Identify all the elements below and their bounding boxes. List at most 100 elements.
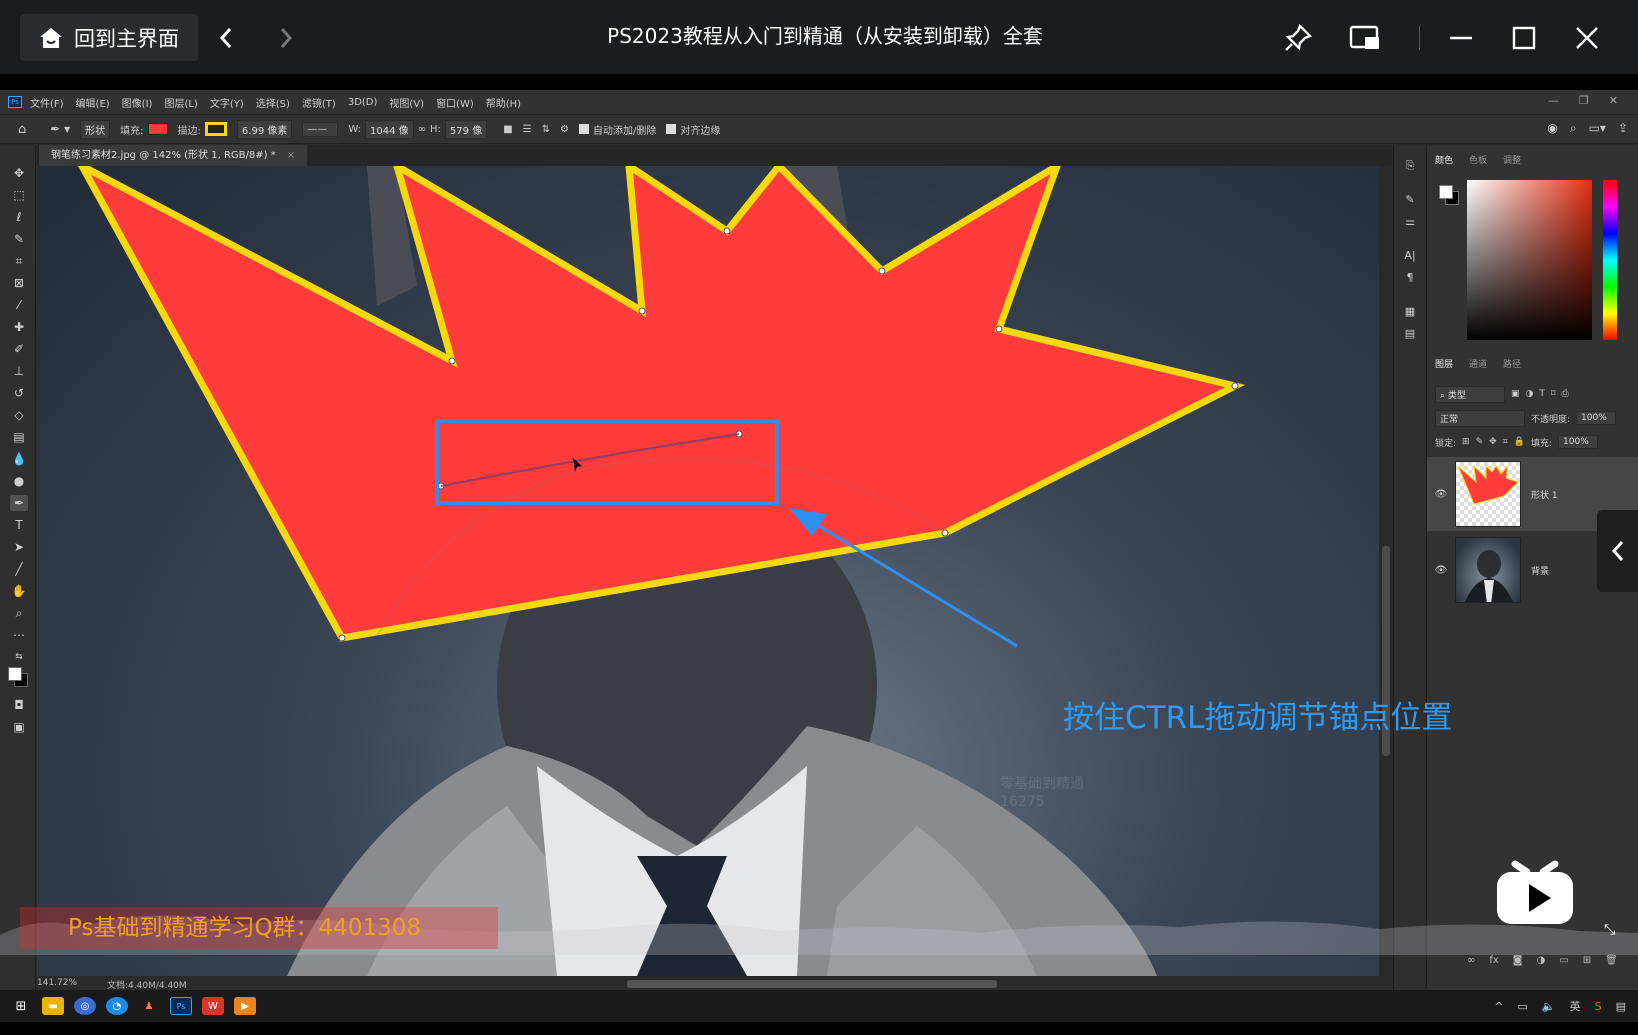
menu-file[interactable]: 文件(F) bbox=[30, 95, 64, 110]
trash-icon[interactable]: 🗑 bbox=[1605, 955, 1618, 966]
stamp-tool-icon[interactable]: ⊥ bbox=[10, 363, 28, 379]
menu-view[interactable]: 视图(V) bbox=[389, 95, 424, 110]
filter-adjust-icon[interactable]: ◑ bbox=[1526, 389, 1534, 399]
share-icon[interactable]: ⇪ bbox=[1618, 121, 1628, 136]
notification-icon[interactable]: ▤ bbox=[1616, 1000, 1626, 1013]
history-brush-tool-icon[interactable]: ↺ bbox=[10, 385, 28, 401]
volume-icon[interactable]: 🔈 bbox=[1542, 1000, 1556, 1013]
eye-icon[interactable]: 👁 bbox=[1427, 565, 1455, 576]
pen-tool-icon[interactable]: ✒ bbox=[10, 495, 28, 511]
ime-icon[interactable]: 英 bbox=[1570, 998, 1581, 1014]
filter-type-icon[interactable]: T bbox=[1539, 389, 1545, 399]
eye-icon[interactable]: 👁 bbox=[1427, 489, 1455, 500]
tab-color[interactable]: 颜色 bbox=[1435, 153, 1453, 166]
blur-tool-icon[interactable]: 💧 bbox=[10, 451, 28, 467]
fill-color-swatch[interactable] bbox=[147, 123, 168, 135]
stroke-width-field[interactable]: 6.99 像素 bbox=[236, 119, 293, 139]
menu-filter[interactable]: 滤镜(T) bbox=[302, 95, 336, 110]
paragraph-panel-icon[interactable]: ¶ bbox=[1402, 271, 1418, 287]
align-edges-checkbox[interactable] bbox=[666, 124, 677, 134]
mini-window-button[interactable] bbox=[1345, 18, 1385, 58]
fill-field[interactable]: 100% bbox=[1558, 435, 1599, 449]
app-icon[interactable]: ♟ bbox=[138, 997, 160, 1015]
path-alignment-icon[interactable]: ☰ bbox=[523, 124, 532, 135]
lasso-tool-icon[interactable]: ℓ bbox=[10, 209, 28, 225]
properties-icon[interactable]: ▤ bbox=[1402, 327, 1418, 343]
eyedropper-tool-icon[interactable]: ⁄ bbox=[10, 297, 28, 313]
menu-image[interactable]: 图像(I) bbox=[122, 95, 153, 110]
path-select-tool-icon[interactable]: ➤ bbox=[10, 539, 28, 555]
new-group-icon[interactable]: ▭ bbox=[1559, 955, 1568, 966]
pen-tool-preset-icon[interactable]: ✒ ▾ bbox=[50, 122, 70, 136]
default-colors-icon[interactable]: ⇆ bbox=[10, 649, 28, 665]
frame-tool-icon[interactable]: ⊠ bbox=[10, 275, 28, 291]
file-explorer-icon[interactable]: ▬ bbox=[42, 997, 64, 1015]
home-icon[interactable]: ⌂ bbox=[18, 122, 26, 137]
pin-button[interactable] bbox=[1278, 18, 1318, 58]
sogou-icon[interactable]: S bbox=[1595, 1000, 1602, 1013]
stroke-color-swatch[interactable] bbox=[204, 122, 227, 136]
tab-adjustments[interactable]: 调整 bbox=[1503, 153, 1521, 166]
layer-kind-select[interactable]: ⌕ 类型 bbox=[1435, 385, 1505, 403]
forward-button[interactable] bbox=[266, 18, 306, 58]
tab-paths[interactable]: 路径 bbox=[1503, 357, 1521, 370]
gradient-tool-icon[interactable]: ▤ bbox=[10, 429, 28, 445]
adjustments-icon[interactable]: ⚌ bbox=[1402, 215, 1418, 231]
brush-tool-icon[interactable]: ✐ bbox=[10, 341, 28, 357]
menu-3d[interactable]: 3D(D) bbox=[348, 97, 378, 108]
fx-icon[interactable]: fx bbox=[1489, 955, 1498, 966]
new-layer-icon[interactable]: ⊞ bbox=[1583, 955, 1591, 966]
filter-pixel-icon[interactable]: ▣ bbox=[1511, 389, 1520, 399]
tab-layers[interactable]: 图层 bbox=[1435, 357, 1453, 370]
tool-mode-select[interactable]: 形状 bbox=[80, 119, 111, 139]
foreground-color-swatch[interactable] bbox=[8, 667, 22, 681]
wps-icon[interactable]: W bbox=[202, 997, 224, 1015]
marquee-tool-icon[interactable]: ⬚ bbox=[10, 187, 28, 203]
dodge-tool-icon[interactable]: ● bbox=[10, 473, 28, 489]
bilibili-logo-button[interactable] bbox=[1493, 852, 1577, 928]
healing-tool-icon[interactable]: ✚ bbox=[10, 319, 28, 335]
link-layers-icon[interactable]: ∞ bbox=[1467, 955, 1475, 966]
brush-settings-icon[interactable]: ✎ bbox=[1402, 193, 1418, 209]
tab-swatches[interactable]: 色板 bbox=[1469, 153, 1487, 166]
home-button[interactable]: 回到主界面 bbox=[20, 14, 198, 61]
filter-smart-icon[interactable]: ⎙ bbox=[1562, 389, 1569, 399]
media-player-icon[interactable]: ▶ bbox=[234, 997, 256, 1015]
zoom-tool-icon[interactable]: ⌕ bbox=[10, 605, 28, 621]
player-expand-icon[interactable]: ⤡ bbox=[1604, 922, 1615, 938]
path-operations-icon[interactable]: ■ bbox=[503, 124, 512, 135]
search-icon[interactable]: ⌕ bbox=[1570, 121, 1577, 136]
gear-icon[interactable]: ⚙ bbox=[560, 124, 569, 135]
panel-foreground-swatch[interactable] bbox=[1439, 185, 1453, 199]
maximize-button[interactable] bbox=[1504, 18, 1544, 58]
menu-window[interactable]: 窗口(W) bbox=[436, 95, 474, 110]
menu-help[interactable]: 帮助(H) bbox=[486, 95, 521, 110]
hand-tool-icon[interactable]: ✋ bbox=[10, 583, 28, 599]
auto-add-delete-checkbox[interactable] bbox=[578, 124, 589, 134]
color-picker-field[interactable] bbox=[1467, 180, 1592, 340]
menu-type[interactable]: 文字(Y) bbox=[210, 95, 244, 110]
workspace-icon[interactable]: ▭▾ bbox=[1589, 121, 1606, 136]
menu-edit[interactable]: 编辑(E) bbox=[76, 95, 110, 110]
lock-move-icon[interactable]: ✥ bbox=[1489, 437, 1497, 447]
ps-minimize-icon[interactable]: — bbox=[1548, 94, 1559, 107]
menu-select[interactable]: 选择(S) bbox=[256, 95, 290, 110]
history-panel-icon[interactable]: ⎘ bbox=[1402, 159, 1418, 175]
blend-mode-select[interactable]: 正常 bbox=[1435, 409, 1525, 427]
stroke-type-select[interactable]: —— bbox=[302, 121, 339, 137]
tab-channels[interactable]: 通道 bbox=[1469, 357, 1487, 370]
close-button[interactable] bbox=[1567, 18, 1607, 58]
document-canvas[interactable] bbox=[37, 166, 1379, 976]
lock-transparent-icon[interactable]: ⊞ bbox=[1462, 437, 1470, 447]
height-field[interactable]: 579 像 bbox=[444, 119, 488, 139]
quick-mask-icon[interactable]: ◘ bbox=[10, 697, 28, 713]
qq-browser-icon[interactable]: ◔ bbox=[106, 997, 128, 1015]
network-icon[interactable]: ▭ bbox=[1518, 1000, 1528, 1013]
zoom-level[interactable]: 141.72% bbox=[37, 978, 77, 988]
type-tool-icon[interactable]: T bbox=[10, 517, 28, 533]
horizontal-scroll-thumb[interactable] bbox=[627, 980, 997, 988]
ps-restore-icon[interactable]: ❐ bbox=[1579, 94, 1589, 107]
document-tab[interactable]: 钢笔练习素材2.jpg @ 142% (形状 1, RGB/8#) * × bbox=[39, 145, 308, 166]
move-tool-icon[interactable]: ✥ bbox=[10, 165, 28, 181]
eraser-tool-icon[interactable]: ◇ bbox=[10, 407, 28, 423]
